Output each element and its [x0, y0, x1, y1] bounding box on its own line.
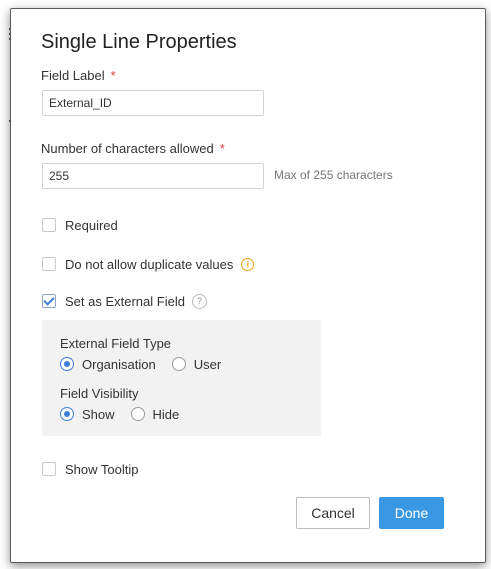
- field-label-input[interactable]: [42, 90, 264, 116]
- radio-hide-label: Hide: [152, 406, 180, 422]
- field-visibility-group: Show Hide: [60, 405, 195, 423]
- required-label: Required: [65, 217, 118, 233]
- checkmark-icon: [43, 294, 55, 306]
- field-label-caption: Field Label *: [41, 68, 116, 83]
- show-tooltip-option[interactable]: Show Tooltip: [42, 459, 138, 479]
- radio-organisation[interactable]: [60, 357, 74, 371]
- radio-show[interactable]: [60, 407, 74, 421]
- external-field-label: Set as External Field: [65, 293, 185, 309]
- no-duplicates-label: Do not allow duplicate values: [65, 256, 234, 272]
- radio-organisation-label: Organisation: [82, 356, 156, 372]
- cancel-button[interactable]: Cancel: [296, 497, 370, 529]
- char-limit-text: Number of characters allowed: [41, 141, 214, 156]
- external-field-panel: External Field Type Organisation User Fi…: [42, 320, 321, 436]
- info-icon[interactable]: i: [241, 257, 255, 271]
- char-limit-hint: Max of 255 characters: [274, 168, 393, 182]
- external-field-option[interactable]: Set as External Field ?: [42, 291, 207, 311]
- field-label-text: Field Label: [41, 68, 105, 83]
- required-mark: *: [110, 68, 116, 83]
- char-limit-input[interactable]: [42, 163, 264, 189]
- field-visibility-heading: Field Visibility: [60, 386, 139, 401]
- external-field-type-heading: External Field Type: [60, 336, 172, 351]
- dialog-title: Single Line Properties: [41, 31, 237, 53]
- char-limit-caption: Number of characters allowed *: [41, 141, 225, 156]
- show-tooltip-checkbox[interactable]: [42, 462, 56, 476]
- required-option[interactable]: Required: [42, 215, 118, 235]
- external-field-type-group: Organisation User: [60, 355, 237, 373]
- radio-user-label: User: [193, 356, 222, 372]
- required-mark: *: [219, 141, 225, 156]
- done-button[interactable]: Done: [379, 497, 444, 529]
- help-icon[interactable]: ?: [191, 293, 207, 309]
- external-field-checkbox[interactable]: [42, 294, 56, 308]
- required-checkbox[interactable]: [42, 218, 56, 232]
- radio-show-label: Show: [82, 406, 115, 422]
- no-duplicates-checkbox[interactable]: [42, 257, 56, 271]
- no-duplicates-option[interactable]: Do not allow duplicate values i: [42, 254, 255, 274]
- single-line-properties-dialog: Single Line Properties Field Label * Numb…: [10, 8, 486, 563]
- radio-hide[interactable]: [130, 407, 145, 421]
- radio-user[interactable]: [171, 357, 186, 371]
- show-tooltip-label: Show Tooltip: [65, 461, 139, 477]
